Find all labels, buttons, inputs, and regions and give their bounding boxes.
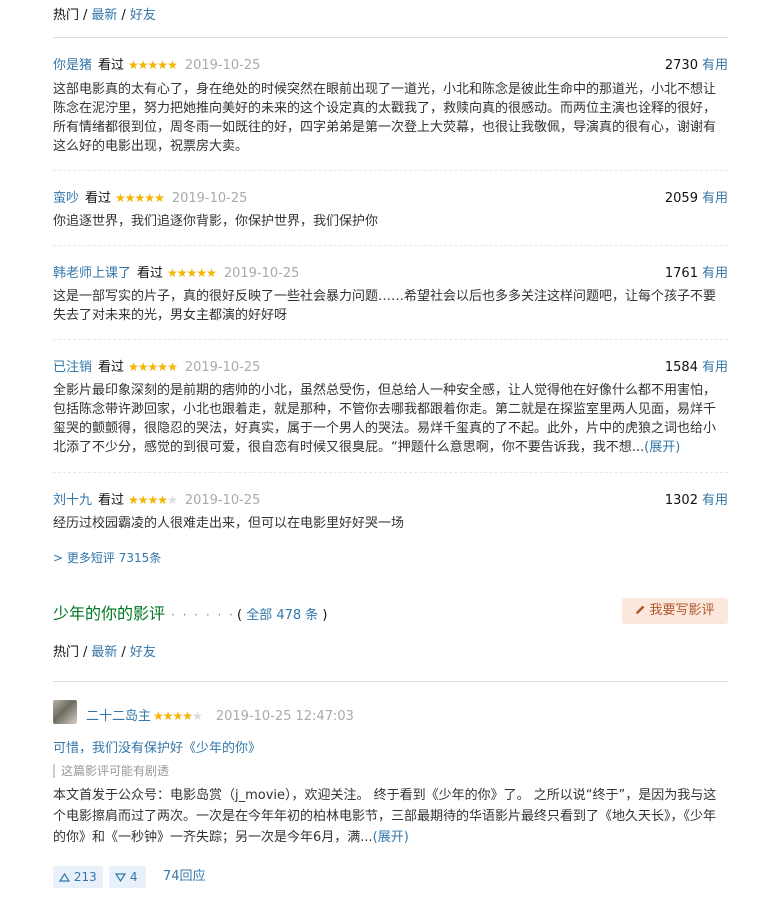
comment-user[interactable]: 韩老师上课了	[53, 266, 131, 281]
watched-label: 看过	[85, 191, 112, 206]
rating-stars: ★★★★★★★★★★	[115, 191, 165, 205]
divider	[53, 472, 728, 473]
tab-separator: /	[83, 8, 88, 23]
vote-count: 1584	[664, 360, 698, 375]
tab-separator: /	[121, 8, 126, 23]
watched-label: 看过	[98, 360, 125, 375]
all-reviews-link[interactable]: 全部 478 条	[246, 608, 318, 623]
short-comment-tabs: 热门 / 最新 / 好友	[53, 4, 156, 23]
comment-text: 你追逐世界，我们追逐你背影，你保护世界，我们保护你	[53, 214, 379, 229]
spoiler-warning: 这篇影评可能有剧透	[53, 764, 169, 778]
vote-count: 2059	[664, 191, 698, 206]
divider	[53, 170, 728, 171]
watched-label: 看过	[137, 266, 164, 281]
count-paren-close: )	[318, 608, 328, 623]
divider	[53, 245, 728, 246]
comment-text: 全影片最印象深刻的是前期的痞帅的小北，虽然总受伤，但总给人一种安全感，让人觉得他…	[53, 383, 717, 455]
upvote-count: 213	[73, 870, 97, 884]
review-tabs: 热门 / 最新 / 好友	[53, 641, 156, 660]
tab-friends[interactable]: 好友	[130, 8, 156, 23]
vote-count: 2730	[664, 58, 698, 73]
watched-label: 看过	[98, 58, 125, 73]
replies-link[interactable]: 74回应	[163, 866, 206, 888]
useful-button[interactable]: 有用	[702, 360, 728, 375]
tab-latest[interactable]: 最新	[91, 645, 117, 660]
pencil-icon	[636, 605, 645, 614]
comment-date: 2019-10-25	[184, 360, 261, 375]
more-short-comments-link[interactable]: > 更多短评 7315条	[53, 549, 161, 566]
rating-stars: ★★★★★★★★★★	[128, 58, 178, 72]
divider	[53, 339, 728, 340]
triangle-up-icon	[58, 872, 71, 882]
expand-link[interactable]: (展开)	[644, 440, 680, 455]
vote-area: 1761 有用	[665, 262, 728, 281]
downvote-button[interactable]: 4	[109, 866, 146, 888]
watched-label: 看过	[98, 493, 125, 508]
comment-user[interactable]: 你是猪	[53, 58, 92, 73]
comment-date: 2019-10-25	[184, 58, 261, 73]
comment-date: 2019-10-25	[184, 493, 261, 508]
vote-area: 1584 有用	[665, 356, 728, 375]
vote-area: 2059 有用	[665, 187, 728, 206]
useful-button[interactable]: 有用	[702, 58, 728, 73]
comment-user[interactable]: 已注销	[53, 360, 92, 375]
comment-text: 这部电影真的太有心了，身在绝处的时候突然在眼前出现了一道光，小北和陈念是彼此生命…	[53, 82, 717, 154]
comment-user[interactable]: 蛮吵	[53, 191, 79, 206]
tab-separator: /	[83, 645, 88, 660]
section-title-text: 少年的你的影评	[53, 604, 166, 623]
triangle-down-icon	[114, 873, 127, 883]
rating-stars: ★★★★★★★★★★	[153, 709, 203, 723]
tab-separator: /	[121, 645, 126, 660]
rating-stars: ★★★★★★★★★★	[167, 266, 217, 280]
downvote-count: 4	[129, 870, 138, 884]
comment-header: 已注销 看过 ★★★★★ ★★★★★ 2019-10-25 1584 有用	[53, 356, 728, 375]
useful-button[interactable]: 有用	[702, 493, 728, 508]
reviews-section-title: 少年的你的影评 · · · · · ·( 全部 478 条 )	[53, 600, 328, 624]
useful-button[interactable]: 有用	[702, 191, 728, 206]
review-title-link[interactable]: 可惜，我们没有保护好《少年的你》	[53, 737, 261, 756]
rating-stars: ★★★★★★★★★★	[128, 360, 178, 374]
tab-hot[interactable]: 热门	[53, 8, 79, 23]
comment-date: 2019-10-25	[171, 191, 248, 206]
tab-latest[interactable]: 最新	[91, 8, 117, 23]
comment-date: 2019-10-25	[223, 266, 300, 281]
vote-count: 1761	[664, 266, 698, 281]
divider	[53, 37, 728, 38]
write-review-button[interactable]: 我要写影评	[622, 598, 728, 624]
vote-count: 1302	[664, 493, 698, 508]
vote-area: 1302 有用	[665, 489, 728, 508]
comment-text-container: 全影片最印象深刻的是前期的痞帅的小北，虽然总受伤，但总给人一种安全感，让人觉得他…	[53, 381, 728, 457]
tab-hot[interactable]: 热门	[53, 645, 79, 660]
vote-area: 2730 有用	[665, 54, 728, 73]
comment-header: 刘十九看过★★★★★★★★★★ 2019-10-25 1302 有用	[53, 489, 728, 508]
avatar[interactable]	[53, 700, 77, 724]
write-review-label: 我要写影评	[649, 603, 715, 618]
review-datetime: 2019-10-25 12:47:03	[215, 709, 354, 724]
review-excerpt-container: 本文首发于公众号：电影岛赏（j_movie），欢迎关注。 终于看到《少年的你》了…	[53, 785, 728, 848]
comment-text: 经历过校园霸凌的人很难走出来，但可以在电影里好好哭一场	[53, 516, 405, 531]
count-paren-open: (	[236, 608, 247, 623]
rating-stars: ★★★★★★★★★★	[128, 493, 178, 507]
comment-text: 这是一部写实的片子，真的很好反映了一些社会暴力问题……希望社会以后也多多关注这样…	[53, 289, 717, 323]
expand-link[interactable]: (展开)	[373, 830, 409, 845]
page: 热门 / 最新 / 好友 你是猪 看过 ★★★★★ ★★★★★ 2019-10-25 2730 有…	[0, 0, 763, 902]
comment-header: 韩老师上课了 看过 ★★★★★ ★★★★★ 2019-10-25 1761 有用	[53, 262, 728, 281]
comment-header: 蛮吵 看过 ★★★★★ ★★★★★ 2019-10-25 2059 有用	[53, 187, 728, 206]
review-header: 二十二岛主★★★★★★★★★★ 2019-10-25 12:47:03	[86, 705, 354, 724]
tab-friends[interactable]: 好友	[130, 645, 156, 660]
divider	[53, 681, 728, 682]
comment-header: 你是猪 看过 ★★★★★ ★★★★★ 2019-10-25 2730 有用	[53, 54, 728, 73]
useful-button[interactable]: 有用	[702, 266, 728, 281]
review-user[interactable]: 二十二岛主	[86, 709, 151, 724]
title-dots: · · · · · ·	[171, 608, 235, 622]
comment-user[interactable]: 刘十九	[53, 493, 92, 508]
upvote-button[interactable]: 213	[53, 866, 103, 888]
